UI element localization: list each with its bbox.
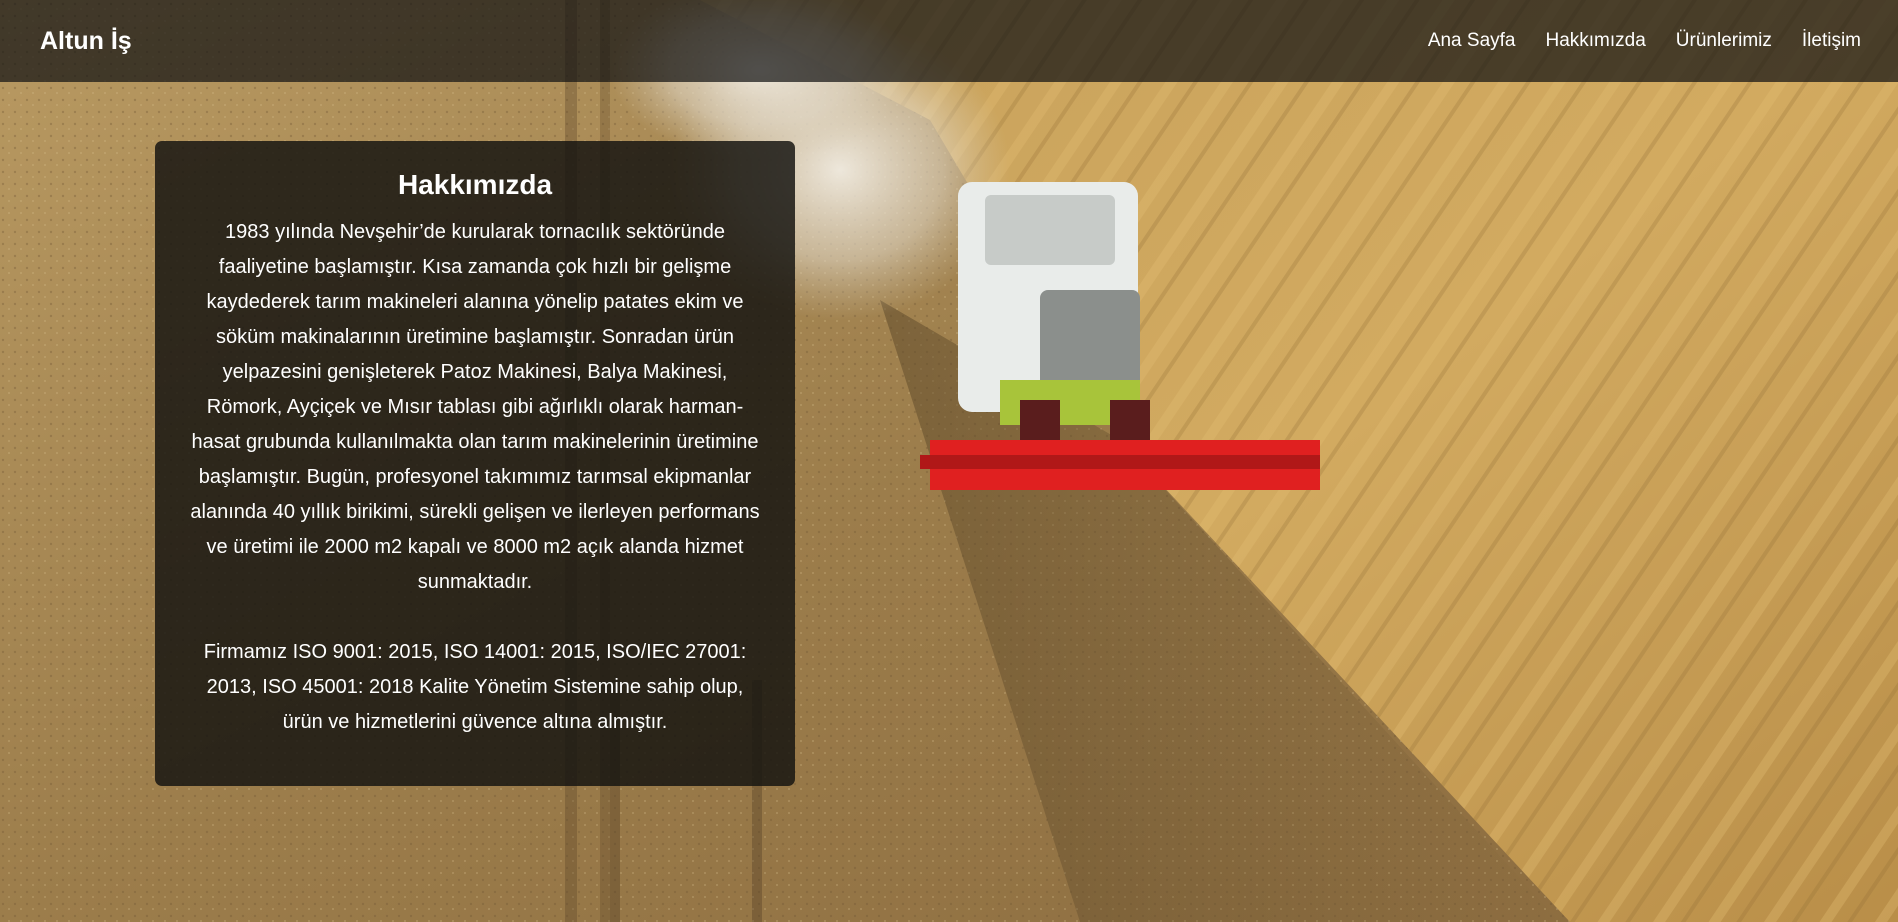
top-navbar: Altun İş Ana Sayfa Hakkımızda Ürünlerimi…: [0, 0, 1898, 82]
about-card: Hakkımızda 1983 yılında Nevşehir’de kuru…: [155, 141, 795, 786]
nav-link-contact[interactable]: İletişim: [1802, 30, 1861, 52]
hero-section: Altun İş Ana Sayfa Hakkımızda Ürünlerimi…: [0, 0, 1898, 922]
nav-links: Ana Sayfa Hakkımızda Ürünlerimiz İletişi…: [1428, 30, 1861, 52]
brand-logo-link[interactable]: Altun İş: [40, 27, 132, 56]
nav-link-home[interactable]: Ana Sayfa: [1428, 30, 1516, 52]
nav-link-about[interactable]: Hakkımızda: [1545, 30, 1645, 52]
about-paragraph-2: Firmamız ISO 9001: 2015, ISO 14001: 2015…: [203, 641, 747, 733]
about-title: Hakkımızda: [397, 169, 553, 200]
nav-link-products[interactable]: Ürünlerimiz: [1676, 30, 1772, 52]
about-paragraph-1: 1983 yılında Nevşehir’de kurularak torna…: [190, 221, 760, 593]
